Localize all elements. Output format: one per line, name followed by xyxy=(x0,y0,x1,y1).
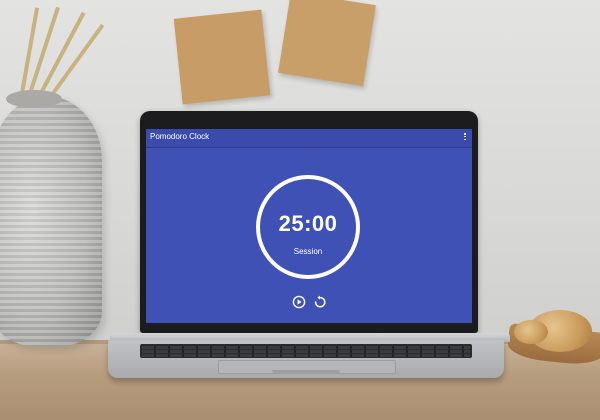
keyboard xyxy=(140,344,472,358)
sticky-note xyxy=(278,0,376,87)
timer-display: 25:00 xyxy=(278,211,338,236)
vase xyxy=(0,96,102,346)
app-screen: Pomodoro Clock 25:00 Session xyxy=(146,129,472,323)
more-vert-icon[interactable] xyxy=(463,133,467,143)
laptop-notch xyxy=(272,370,340,374)
timer-mode-label: Session xyxy=(293,247,323,256)
app-title: Pomodoro Clock xyxy=(150,132,210,141)
vase-opening xyxy=(6,90,62,108)
app-bar: Pomodoro Clock xyxy=(146,129,472,148)
replay-icon xyxy=(314,295,326,308)
sticky-note xyxy=(173,9,271,105)
timer-ring: 25:00 Session xyxy=(256,175,360,279)
play-circle-icon xyxy=(292,295,306,309)
cookie xyxy=(514,320,548,344)
play-button[interactable] xyxy=(292,295,306,309)
reset-button[interactable] xyxy=(313,295,327,309)
